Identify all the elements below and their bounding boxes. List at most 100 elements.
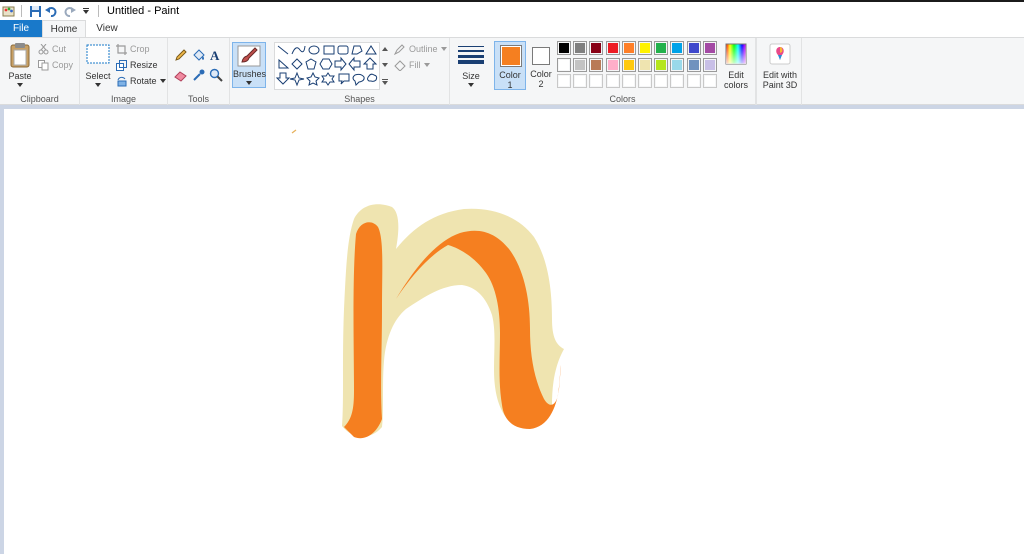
copy-button[interactable]: Copy: [38, 58, 73, 72]
palette-swatch[interactable]: [573, 57, 588, 72]
color-picker-icon[interactable]: [192, 68, 206, 82]
fill-button[interactable]: Fill: [394, 58, 433, 72]
palette-swatch[interactable]: [557, 41, 571, 55]
palette-swatch[interactable]: [670, 74, 685, 88]
text-icon[interactable]: A: [209, 48, 223, 62]
shapes-scroll[interactable]: [381, 42, 389, 90]
select-dropdown-chevron-icon[interactable]: [95, 83, 101, 87]
palette-swatch-color: [607, 43, 618, 53]
palette-swatch[interactable]: [686, 74, 701, 88]
palette-swatch-color: [591, 76, 602, 86]
outline-button[interactable]: Outline: [394, 42, 450, 56]
palette-swatch[interactable]: [654, 74, 669, 88]
brushes-dropdown-chevron-icon[interactable]: [246, 81, 252, 85]
line-size-icon: [458, 46, 484, 64]
cut-button[interactable]: Cut: [38, 42, 66, 56]
size-dropdown-chevron-icon[interactable]: [468, 83, 474, 87]
palette-swatch[interactable]: [621, 57, 636, 72]
palette-swatch-color: [672, 43, 683, 53]
edit-with-paint3d-button[interactable]: Edit with Paint 3D: [759, 42, 801, 90]
customize-toolbar-chevron-icon[interactable]: [78, 3, 94, 19]
palette-swatch[interactable]: [589, 74, 604, 88]
palette-swatch[interactable]: [686, 41, 701, 55]
palette-swatch[interactable]: [589, 57, 604, 72]
redo-icon[interactable]: [61, 3, 77, 19]
palette-swatch[interactable]: [621, 41, 636, 55]
down-arrow-shape-icon: [275, 72, 291, 85]
ribbon-tabs: File Home View: [0, 20, 1024, 37]
title-bar: Untitled - Paint: [0, 0, 1024, 20]
palette-swatch[interactable]: [557, 57, 571, 72]
six-point-star-shape-icon: [321, 72, 335, 86]
left-arrow-shape-icon: [348, 56, 361, 72]
palette-swatch-color: [575, 43, 586, 53]
paste-button[interactable]: Paste: [6, 42, 34, 90]
palette-swatch[interactable]: [686, 57, 701, 72]
tools-group: A Tools: [168, 38, 230, 106]
resize-button[interactable]: Resize: [116, 58, 158, 72]
tab-home[interactable]: Home: [42, 20, 86, 37]
palette-swatch-color: [672, 76, 683, 86]
oval-callout-shape-icon: [352, 73, 365, 86]
undo-icon[interactable]: [44, 3, 60, 19]
palette-swatch-color: [704, 76, 715, 86]
edit-colors-button[interactable]: Edit colors: [720, 42, 752, 90]
palette-swatch[interactable]: [638, 41, 652, 55]
outline-dropdown-chevron-icon[interactable]: [440, 47, 447, 51]
crop-button[interactable]: Crop: [116, 42, 150, 56]
fill-bucket-icon[interactable]: [192, 48, 206, 62]
palette-swatch[interactable]: [654, 57, 669, 72]
tab-view[interactable]: View: [86, 20, 128, 37]
palette-swatch-color: [591, 43, 602, 53]
shapes-expand-icon[interactable]: [381, 78, 389, 86]
rotate-button[interactable]: Rotate: [116, 74, 169, 88]
palette-swatch[interactable]: [702, 41, 717, 55]
palette-swatch-color: [688, 43, 699, 53]
cloud-callout-shape-icon: [367, 73, 378, 82]
rounded-rectangle-shape-icon: [337, 45, 349, 55]
palette-swatch[interactable]: [573, 41, 588, 55]
fill-dropdown-chevron-icon[interactable]: [423, 63, 430, 67]
palette-swatch[interactable]: [605, 57, 620, 72]
shapes-scroll-down-icon[interactable]: [381, 62, 389, 68]
polygon-shape-icon: [351, 45, 363, 55]
select-button[interactable]: Select: [84, 42, 112, 90]
palette-swatch[interactable]: [605, 74, 620, 88]
palette-swatch[interactable]: [670, 41, 685, 55]
magnifier-icon[interactable]: [209, 68, 223, 82]
save-icon[interactable]: [27, 3, 43, 19]
pencil-icon[interactable]: [174, 48, 188, 62]
fill-bucket-small-icon: [394, 59, 406, 71]
palette-swatch[interactable]: [702, 74, 717, 88]
paste-dropdown-chevron-icon[interactable]: [17, 83, 23, 87]
fill-label: Fill: [409, 60, 421, 70]
brushes-button[interactable]: Brushes: [232, 42, 266, 88]
palette-swatch[interactable]: [702, 57, 717, 72]
paint3d-group: Edit with Paint 3D: [756, 38, 802, 106]
palette-swatch[interactable]: [573, 74, 588, 88]
edit-colors-label: Edit: [728, 70, 744, 80]
palette-swatch[interactable]: [621, 74, 636, 88]
palette-swatch-color: [575, 76, 586, 86]
palette-swatch[interactable]: [605, 41, 620, 55]
size-button[interactable]: Size: [454, 42, 488, 90]
palette-swatch[interactable]: [638, 74, 652, 88]
rotate-dropdown-chevron-icon[interactable]: [159, 79, 166, 83]
shapes-scroll-up-icon[interactable]: [381, 46, 389, 52]
eraser-icon[interactable]: [174, 68, 188, 82]
palette-swatch-color: [704, 43, 715, 53]
image-group-label: Image: [110, 94, 136, 104]
palette-swatch[interactable]: [638, 57, 652, 72]
crop-label: Crop: [130, 44, 150, 54]
separator: [21, 5, 22, 17]
palette-swatch[interactable]: [557, 74, 571, 88]
palette-swatch-color: [623, 43, 634, 53]
drawing-canvas[interactable]: [4, 109, 1024, 554]
palette-swatch[interactable]: [589, 41, 604, 55]
palette-swatch[interactable]: [654, 41, 669, 55]
palette-swatch-color: [559, 76, 569, 86]
paint-app-icon[interactable]: [1, 3, 17, 19]
shapes-gallery[interactable]: [274, 42, 380, 90]
palette-swatch[interactable]: [670, 57, 685, 72]
tab-file[interactable]: File: [0, 20, 42, 37]
